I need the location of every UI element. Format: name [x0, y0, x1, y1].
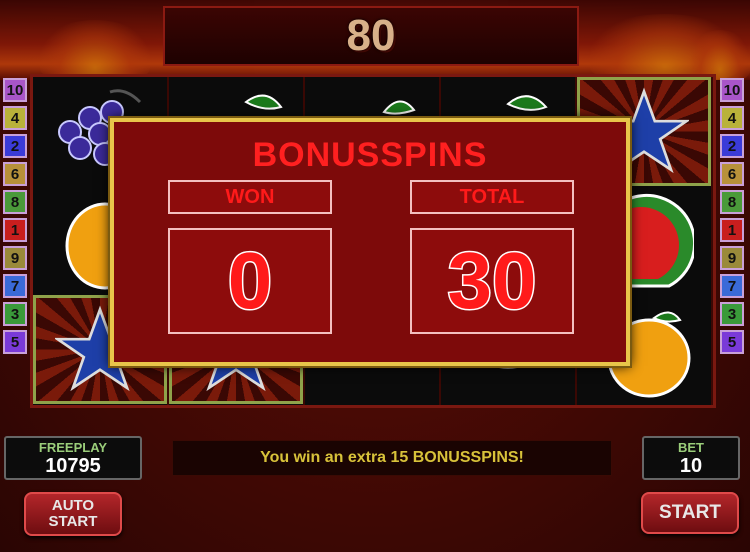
won-value: 0 [168, 228, 332, 334]
payline-left-3: 3 [3, 302, 27, 326]
payline-right-3: 3 [720, 302, 744, 326]
total-label: TOTAL [410, 180, 574, 214]
auto-start-label-line1: AUTO [51, 497, 95, 514]
payline-right-9: 9 [720, 246, 744, 270]
payline-left-10: 10 [3, 78, 27, 102]
payline-right-5: 5 [720, 330, 744, 354]
payline-left-6: 6 [3, 162, 27, 186]
win-amount: 80 [346, 11, 396, 60]
bet-display[interactable]: BET 10 [642, 436, 740, 480]
freeplay-display: FREEPLAY 10795 [4, 436, 142, 480]
start-label: START [659, 502, 721, 523]
payline-right-2: 2 [720, 134, 744, 158]
won-label: WON [168, 180, 332, 214]
payline-left-1: 1 [3, 218, 27, 242]
payline-right-6: 6 [720, 162, 744, 186]
payline-indicators-left: 10 4 2 6 8 1 9 7 3 5 [3, 78, 27, 358]
payline-right-1: 1 [720, 218, 744, 242]
payline-left-5: 5 [3, 330, 27, 354]
payline-right-4: 4 [720, 106, 744, 130]
payline-indicators-right: 10 4 2 6 8 1 9 7 3 5 [720, 78, 744, 358]
start-button[interactable]: START [641, 492, 739, 534]
payline-right-8: 8 [720, 190, 744, 214]
payline-left-8: 8 [3, 190, 27, 214]
auto-start-button[interactable]: AUTO START [24, 492, 122, 536]
bet-label: BET [678, 440, 704, 455]
payline-left-7: 7 [3, 274, 27, 298]
bonusspins-dialog: BONUSSPINS WON TOTAL 0 30 [110, 118, 630, 366]
bet-value: 10 [679, 455, 703, 477]
win-display: 80 [163, 6, 579, 66]
payline-right-10: 10 [720, 78, 744, 102]
bonusspins-title: BONUSSPINS [252, 136, 488, 174]
auto-start-label-line2: START [48, 513, 98, 530]
message-bar: You win an extra 15 BONUSSPINS! [172, 440, 612, 476]
payline-right-7: 7 [720, 274, 744, 298]
payline-left-4: 4 [3, 106, 27, 130]
freeplay-label: FREEPLAY [38, 440, 108, 455]
freeplay-value: 10795 [45, 455, 101, 477]
total-value: 30 [410, 228, 574, 334]
payline-left-9: 9 [3, 246, 27, 270]
payline-left-2: 2 [3, 134, 27, 158]
